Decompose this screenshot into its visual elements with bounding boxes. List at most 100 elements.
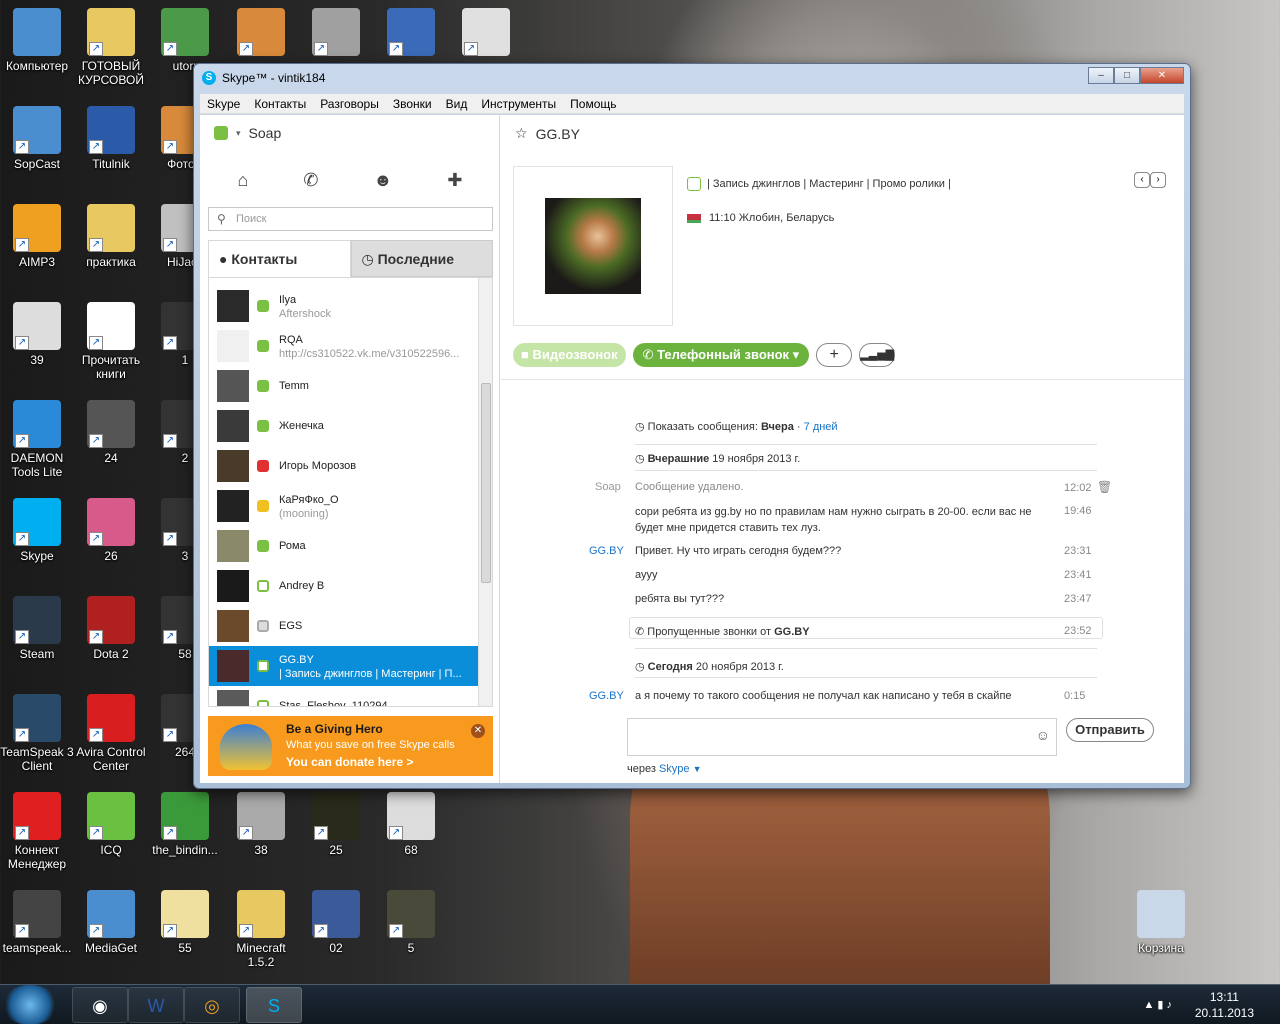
promo-close-icon[interactable]: ✕ (471, 724, 485, 738)
shortcut-arrow-icon: ↗ (314, 826, 328, 840)
contact-item[interactable]: Stas_Fleshov_110294 (209, 686, 492, 706)
word-taskbar-icon[interactable]: W (128, 987, 184, 1023)
menu-conversations[interactable]: Разговоры (313, 97, 386, 111)
desktop-icon[interactable]: ↗ ГОТОВЫЙ КУРСОВОЙ (74, 8, 148, 87)
desktop-icon[interactable]: ↗ 5 (374, 890, 448, 955)
tab-recent[interactable]: ◷ Последние (350, 240, 493, 277)
video-call-button[interactable]: ■ Видеозвонок (513, 343, 626, 367)
phone-icon[interactable]: ✆ (303, 170, 318, 191)
message-text: а я почему то такого сообщения не получа… (635, 690, 1012, 702)
title-bar[interactable]: S Skype™ - vintik184 (194, 64, 1190, 92)
star-icon[interactable]: ☆ (515, 125, 528, 142)
menu-view[interactable]: Вид (439, 97, 475, 111)
contact-name: Женечка (279, 419, 324, 432)
skype-taskbar-icon[interactable]: S (246, 987, 302, 1023)
start-button[interactable] (2, 985, 58, 1024)
close-button[interactable]: ✕ (1140, 67, 1184, 84)
desktop-icon[interactable]: ↗ 25 (299, 792, 373, 857)
desktop-icon[interactable]: ↗ Skype (0, 498, 74, 563)
contact-item[interactable]: КаРяФко_О (mooning) (209, 486, 492, 526)
message-input[interactable]: ☺ (627, 718, 1057, 756)
desktop-icon[interactable]: ↗ (374, 8, 448, 59)
menu-skype[interactable]: Skype (200, 97, 247, 111)
desktop-icon[interactable]: ↗ (299, 8, 373, 59)
show-yesterday[interactable]: Вчера (761, 421, 794, 433)
app-icon: ↗ (161, 792, 209, 840)
desktop-icon[interactable]: ↗ TeamSpeak 3 Client (0, 694, 74, 773)
search-input[interactable]: ⚲ Поиск (208, 207, 493, 231)
tray-icons[interactable]: ▲ ▮ ♪ (1143, 998, 1172, 1011)
contact-item[interactable]: RQA http://cs310522.vk.me/v310522596... (209, 326, 492, 366)
clock[interactable]: 13:11 20.11.2013 (1195, 989, 1254, 1021)
add-button[interactable]: + (816, 343, 853, 367)
desktop-icon[interactable]: ↗ Прочитать книги (74, 302, 148, 381)
desktop-icon-label: 26 (104, 549, 118, 563)
desktop-icon[interactable]: ↗ MediaGet (74, 890, 148, 955)
desktop-icon[interactable]: ↗ ICQ (74, 792, 148, 857)
contact-list-scrollbar[interactable] (478, 278, 492, 706)
desktop-icon[interactable]: ↗ Avira Control Center (74, 694, 148, 773)
desktop-icon[interactable]: ↗ Steam (0, 596, 74, 661)
chevron-down-icon[interactable]: ▼ (693, 764, 702, 774)
promo-cta[interactable]: You can donate here > (286, 755, 413, 769)
contact-item[interactable]: EGS (209, 606, 492, 646)
via-app[interactable]: Skype (659, 763, 690, 775)
contact-item[interactable]: Temm (209, 366, 492, 406)
desktop-icon[interactable]: ↗ the_bindin... (148, 792, 222, 857)
desktop-icon[interactable]: Корзина (1124, 890, 1198, 955)
my-status[interactable]: ▾ Soap (214, 125, 281, 141)
desktop-icon[interactable]: ↗ 68 (374, 792, 448, 857)
chrome-taskbar-icon[interactable]: ◎ (184, 987, 240, 1023)
menu-contacts[interactable]: Контакты (247, 97, 313, 111)
contact-item[interactable]: Andrey B (209, 566, 492, 606)
prev-icon[interactable]: ‹ (1134, 172, 1150, 188)
desktop-icon[interactable]: ↗ практика (74, 204, 148, 269)
minimize-button[interactable]: – (1088, 67, 1114, 84)
contact-tabs: ● Контакты ◷ Последние (208, 240, 493, 277)
maximize-button[interactable]: □ (1114, 67, 1140, 84)
tab-contacts[interactable]: ● Контакты (208, 240, 351, 277)
desktop-icon[interactable]: ↗ 55 (148, 890, 222, 955)
contact-item[interactable]: Рома (209, 526, 492, 566)
desktop-icon[interactable]: ↗ (449, 8, 523, 59)
promo-banner[interactable]: Be a Giving Hero What you save on free S… (208, 716, 493, 776)
desktop-icon[interactable]: ↗ SopCast (0, 106, 74, 171)
shortcut-arrow-icon: ↗ (163, 532, 177, 546)
desktop-icon[interactable]: ↗ Dota 2 (74, 596, 148, 661)
desktop-icon[interactable]: ↗ 26 (74, 498, 148, 563)
desktop-icon[interactable]: ↗ 39 (0, 302, 74, 367)
desktop-icon[interactable]: ↗ Minecraft 1.5.2 (224, 890, 298, 969)
desktop-icon[interactable]: ↗ 38 (224, 792, 298, 857)
steam-taskbar-icon[interactable]: ◉ (72, 987, 128, 1023)
send-button[interactable]: Отправить (1066, 718, 1154, 742)
next-icon[interactable]: › (1150, 172, 1166, 188)
desktop-icon[interactable]: Компьютер (0, 8, 74, 73)
desktop-icon[interactable]: ↗ AIMP3 (0, 204, 74, 269)
menu-help[interactable]: Помощь (563, 97, 623, 111)
desktop-icon[interactable]: ↗ DAEMON Tools Lite (0, 400, 74, 479)
shortcut-arrow-icon: ↗ (89, 336, 103, 350)
contact-item[interactable]: GG.BY | Запись джинглов | Мастеринг | П..… (209, 646, 492, 686)
scroll-thumb[interactable] (481, 383, 491, 583)
desktop-icon[interactable]: ↗ Titulnik (74, 106, 148, 171)
contact-item[interactable]: Женечка (209, 406, 492, 446)
menu-calls[interactable]: Звонки (386, 97, 439, 111)
desktop-icon[interactable]: ↗ (224, 8, 298, 59)
emoticon-icon[interactable]: ☺ (1036, 727, 1050, 743)
signal-icon[interactable]: ▂▃▅▇ (859, 343, 896, 367)
avatar[interactable] (545, 198, 641, 294)
menu-tools[interactable]: Инструменты (474, 97, 563, 111)
home-icon[interactable]: ⌂ (237, 170, 248, 191)
desktop-icon[interactable]: ↗ Коннект Менеджер (0, 792, 74, 871)
desktop-icon[interactable]: ↗ teamspeak... (0, 890, 74, 955)
desktop-icon[interactable]: ↗ 24 (74, 400, 148, 465)
voice-call-button[interactable]: ✆ Телефонный звонок ▾ (632, 343, 810, 367)
contact-item[interactable]: Ilya Aftershock (209, 286, 492, 326)
group-icon[interactable]: ☻ (373, 170, 392, 191)
trash-icon[interactable]: 🗑 (1097, 480, 1112, 494)
desktop-icon[interactable]: ↗ 02 (299, 890, 373, 955)
contact-item[interactable]: Игорь Морозов (209, 446, 492, 486)
show-7days[interactable]: 7 дней (804, 421, 838, 433)
nav-icons: ⌂ ✆ ☻ ✚ (200, 170, 500, 191)
add-contact-icon[interactable]: ✚ (447, 170, 462, 191)
